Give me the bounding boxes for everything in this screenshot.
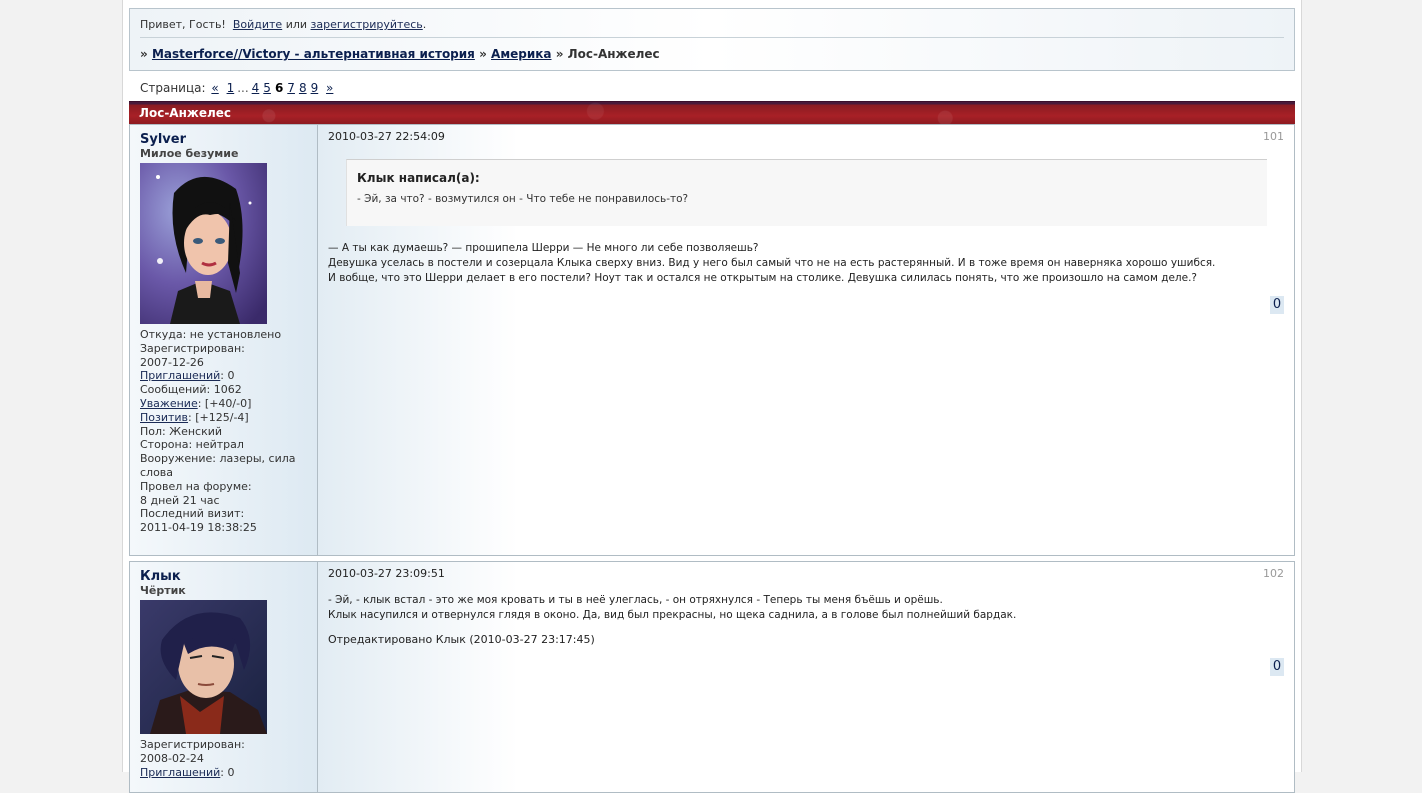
respect-link[interactable]: Уважение — [140, 397, 198, 410]
author-time: 8 дней 21 час — [140, 493, 220, 507]
positive-link[interactable]: Позитив — [140, 411, 188, 424]
author-messages: Сообщений: 1062 — [140, 383, 242, 397]
post-author-info: Зарегистрирован: 2008-02-24 Приглашений:… — [140, 738, 310, 779]
pagination-page-7[interactable]: 7 — [287, 81, 295, 95]
author-weapons-cont: слова — [140, 465, 174, 479]
post-line: Девушка уселась в постели и созерцала Кл… — [328, 257, 1216, 269]
invites-link[interactable]: Приглашений — [140, 766, 220, 779]
invites-count: : 0 — [220, 765, 235, 779]
post-edited-note: Отредактировано Клык (2010-03-27 23:17:4… — [328, 633, 595, 646]
post-date: 2010-03-27 23:09:51 — [328, 567, 445, 580]
post-author-name[interactable]: Клык — [140, 569, 181, 584]
post-text: - Эй, - клык встал - это же моя кровать … — [328, 593, 1016, 623]
or-text: или — [285, 18, 308, 31]
author-registered-label: Зарегистрирован: — [140, 341, 245, 355]
author-registered-date: 2007-12-26 — [140, 355, 204, 369]
breadcrumb-category-link[interactable]: Америка — [491, 47, 551, 61]
breadcrumb-separator: » — [479, 47, 487, 61]
post-author-title: Чёртик — [140, 584, 186, 597]
post-number[interactable]: 102 — [1263, 567, 1284, 580]
pagination-ellipsis: ... — [237, 81, 249, 95]
register-link[interactable]: зарегистрируйтесь — [311, 18, 423, 31]
post-author-title: Милое безумие — [140, 147, 239, 160]
post: Sylver Милое безумие Откуда: не установл… — [129, 124, 1295, 556]
pagination-page-8[interactable]: 8 — [299, 81, 307, 95]
author-gender: Пол: Женский — [140, 424, 223, 438]
pagination-page-4[interactable]: 4 — [252, 81, 260, 95]
post-text: — А ты как думаешь? — прошипела Шерри — … — [328, 241, 1215, 286]
post-body: 2010-03-27 23:09:51 102 - Эй, - клык вст… — [318, 562, 1294, 792]
author-registered-label: Зарегистрирован: — [140, 738, 245, 751]
thread-title-bar: Лос-Анжелес — [129, 101, 1295, 125]
pagination-prev[interactable]: « — [211, 81, 218, 95]
post-line: - Эй, - клык встал - это же моя кровать … — [328, 594, 943, 606]
author-time-label: Провел на форуме: — [140, 479, 252, 493]
breadcrumb-forum-link[interactable]: Masterforce//Victory - альтернативная ис… — [152, 47, 475, 61]
greeting-period: . — [422, 18, 427, 31]
breadcrumb: » Masterforce//Victory - альтернативная … — [140, 47, 660, 61]
post-line: Клык насупился и отвернулся глядя в окон… — [328, 609, 1017, 621]
post-author-info: Откуда: не установлено Зарегистрирован: … — [140, 328, 310, 535]
post-rating[interactable]: 0 — [1270, 658, 1284, 676]
post-body: 2010-03-27 22:54:09 101 Клык написал(а):… — [318, 125, 1294, 555]
pagination-next[interactable]: » — [326, 81, 333, 95]
quote-header: Клык написал(а): — [357, 171, 480, 185]
post-rating[interactable]: 0 — [1270, 296, 1284, 314]
pagination-page-9[interactable]: 9 — [311, 81, 319, 95]
header-box: Привет, Гость! Войдите или зарегистрируй… — [129, 8, 1295, 71]
post-author-panel: Клык Чёртик Зарегистрирован: 2008-02-24 … — [130, 562, 318, 792]
pagination-label: Страница: — [140, 81, 206, 95]
post-author-name[interactable]: Sylver — [140, 132, 186, 147]
avatar — [140, 163, 267, 324]
breadcrumb-current: Лос-Анжелес — [567, 47, 660, 61]
respect-value: : [+40/-0] — [197, 396, 252, 410]
author-last-visit: 2011-04-19 18:38:25 — [140, 521, 257, 535]
author-weapons: Вооружение: лазеры, сила — [140, 452, 296, 466]
header-divider — [140, 37, 1284, 38]
author-side: Сторона: нейтрал — [140, 438, 244, 452]
forum-page: Привет, Гость! Войдите или зарегистрируй… — [122, 0, 1302, 793]
thread-title: Лос-Анжелес — [139, 106, 232, 120]
author-from: Откуда: не установлено — [140, 328, 282, 341]
avatar — [140, 600, 267, 734]
positive-value: : [+125/-4] — [188, 410, 249, 424]
post-date: 2010-03-27 22:54:09 — [328, 130, 445, 143]
post-line: И вобще, что это Шерри делает в его пост… — [328, 272, 1197, 284]
breadcrumb-separator: » — [140, 47, 148, 61]
pagination-page-1[interactable]: 1 — [227, 81, 235, 95]
guest-greeting: Привет, Гость! Войдите или зарегистрируй… — [140, 18, 426, 31]
post: Клык Чёртик Зарегистрирован: 2008-02-24 … — [129, 561, 1295, 793]
author-registered-date: 2008-02-24 — [140, 751, 204, 765]
post-author-panel: Sylver Милое безумие Откуда: не установл… — [130, 125, 318, 555]
breadcrumb-separator: » — [555, 47, 564, 61]
login-link[interactable]: Войдите — [233, 18, 282, 31]
greeting-text: Привет, Гость! — [140, 18, 226, 31]
pagination-current-page: 6 — [274, 81, 284, 95]
invites-link[interactable]: Приглашений — [140, 369, 220, 382]
pagination: Страница: « 1... 4 5 6 7 8 9 » — [140, 81, 335, 95]
author-last-visit-label: Последний визит: — [140, 507, 245, 521]
quote-text: - Эй, за что? - возмутился он - Что тебе… — [357, 193, 689, 205]
pagination-page-5[interactable]: 5 — [263, 81, 271, 95]
post-line: — А ты как думаешь? — прошипела Шерри — … — [328, 242, 759, 254]
invites-count: : 0 — [220, 369, 235, 383]
quote-block: Клык написал(а): - Эй, за что? - возмути… — [346, 159, 1267, 226]
post-number[interactable]: 101 — [1263, 130, 1284, 143]
